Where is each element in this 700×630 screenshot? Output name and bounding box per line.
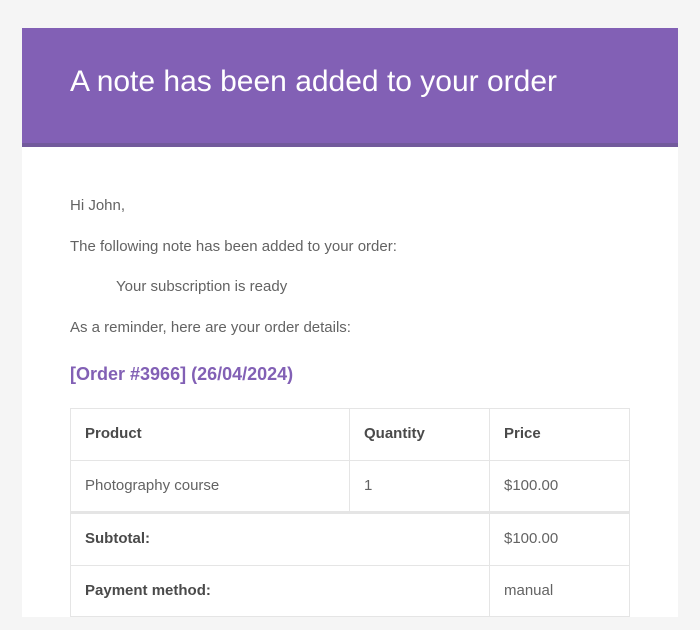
col-product: Product [71,409,350,461]
payment-method-label: Payment method: [71,565,490,617]
order-note: Your subscription is ready [70,276,630,299]
email-body: Hi John, The following note has been add… [22,147,678,617]
email-title: A note has been added to your order [70,62,630,101]
order-number: 3966 [140,364,180,384]
email-header: A note has been added to your order [22,28,678,147]
item-quantity: 1 [350,460,490,513]
table-header-row: Product Quantity Price [71,409,630,461]
order-link[interactable]: [Order #3966] [70,364,186,384]
order-heading: [Order #3966] (26/04/2024) [70,361,630,388]
order-table: Product Quantity Price Photography cours… [70,408,630,617]
col-quantity: Quantity [350,409,490,461]
table-row: Photography course 1 $100.00 [71,460,630,513]
email-card: A note has been added to your order Hi J… [22,28,678,617]
order-prefix: [Order # [70,364,140,384]
order-suffix: ] [180,364,186,384]
reminder-text: As a reminder, here are your order detai… [70,317,630,340]
subtotal-row: Subtotal: $100.00 [71,513,630,566]
order-date: (26/04/2024) [191,364,293,384]
subtotal-label: Subtotal: [71,513,490,566]
item-price: $100.00 [490,460,630,513]
item-product: Photography course [71,460,350,513]
intro-text: The following note has been added to you… [70,236,630,259]
payment-method-value: manual [490,565,630,617]
greeting-text: Hi John, [70,195,630,218]
payment-method-row: Payment method: manual [71,565,630,617]
subtotal-value: $100.00 [490,513,630,566]
col-price: Price [490,409,630,461]
